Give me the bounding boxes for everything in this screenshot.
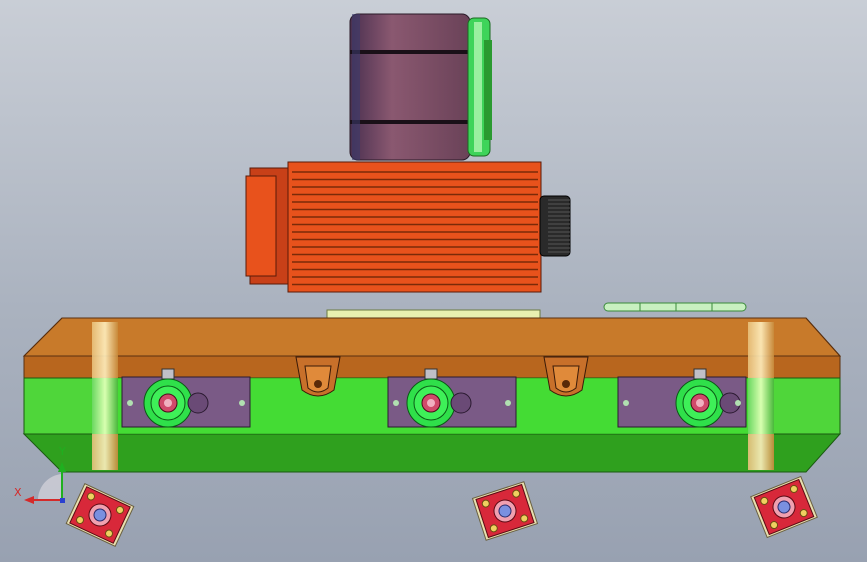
hinge-bracket[interactable] bbox=[295, 356, 341, 397]
cad-viewport[interactable]: Y X bbox=[0, 0, 867, 562]
hinge-bracket[interactable] bbox=[543, 356, 589, 397]
cylinder-motor[interactable] bbox=[349, 13, 492, 161]
roller-module[interactable] bbox=[387, 368, 517, 428]
green-rods[interactable] bbox=[603, 302, 747, 312]
x-axis-label: X bbox=[14, 486, 22, 499]
roller-module[interactable] bbox=[121, 368, 251, 428]
caster-wheel[interactable] bbox=[750, 475, 818, 539]
roller-module[interactable] bbox=[617, 368, 747, 428]
assembly-model[interactable]: Y X bbox=[0, 0, 867, 562]
caster-wheel[interactable] bbox=[471, 481, 539, 541]
y-axis-label: Y bbox=[58, 445, 66, 458]
axis-triad-icon: Y X bbox=[14, 445, 66, 504]
caster-wheel[interactable] bbox=[65, 482, 135, 548]
gear-motor[interactable] bbox=[245, 161, 571, 293]
